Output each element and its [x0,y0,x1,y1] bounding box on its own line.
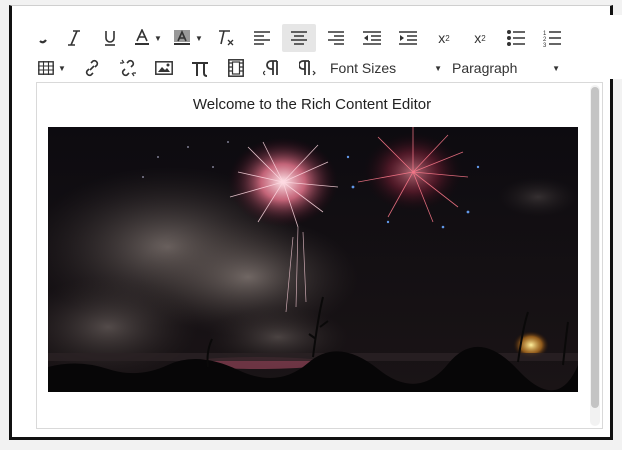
unlink-button[interactable] [112,54,144,82]
insert-media-button[interactable] [220,54,252,82]
paragraph-format-label: Paragraph [452,60,518,76]
fireworks-photo-graphic [48,127,578,392]
image-icon [155,61,173,75]
numbered-list-icon: 123 [543,29,561,47]
subscript-icon: x2 [474,30,486,46]
chevron-down-icon: ▼ [195,33,203,43]
superscript-button[interactable]: x2 [428,24,460,52]
background-color-button[interactable]: ▼ [170,24,206,52]
font-sizes-dropdown[interactable]: Font Sizes ▼ [330,54,448,82]
scrollbar-thumb[interactable] [591,87,599,408]
insert-link-button[interactable] [76,54,108,82]
table-button[interactable]: ▼ [32,54,72,82]
align-left-button[interactable] [246,24,278,52]
window-backdrop: ▼ ▼ x 2 x 2 1 2 3 ▼ Font Sizes ▼ Paragra… [0,0,622,450]
outdent-icon [363,31,381,45]
align-center-button[interactable] [282,24,316,52]
outdent-button[interactable] [356,24,388,52]
paragraph-ltr-icon [263,59,281,77]
numbered-list-button[interactable]: 123 [536,24,568,52]
fireworks-image[interactable] [48,127,578,392]
bold-button[interactable] [32,24,54,52]
table-icon [38,61,55,75]
italic-button[interactable] [58,24,90,52]
pi-icon [191,59,209,77]
subscript-button[interactable]: x2 [464,24,496,52]
editor-window: ▼ ▼ x 2 x 2 1 2 3 ▼ Font Sizes ▼ Paragra… [9,5,622,440]
editor-heading: Welcome to the Rich Content Editor [192,96,432,113]
insert-equation-button[interactable] [184,54,216,82]
ltr-paragraph-button[interactable] [256,54,288,82]
indent-icon [399,31,417,45]
rtl-paragraph-button[interactable] [292,54,324,82]
bullet-list-button[interactable] [500,24,532,52]
text-color-icon [134,29,150,47]
chevron-down-icon: ▼ [552,63,560,73]
italic-icon [67,30,81,46]
indent-button[interactable] [392,24,424,52]
link-icon [83,59,101,77]
film-icon [228,59,244,77]
editor-scrollbar[interactable] [590,85,600,426]
paragraph-rtl-icon [299,59,317,77]
chevron-down-icon: ▼ [434,63,442,73]
align-left-icon [254,31,270,45]
unlink-icon [119,59,137,77]
editor-toolbar: ▼ ▼ x 2 x 2 1 2 3 ▼ Font Sizes ▼ Paragra… [24,15,622,79]
clear-formatting-icon [217,29,235,47]
insert-image-button[interactable] [148,54,180,82]
chevron-down-icon: ▼ [154,33,162,43]
text-color-button[interactable]: ▼ [130,24,166,52]
svg-text:3: 3 [543,43,547,47]
toolbar-row-insert: ▼ Font Sizes ▼ Paragraph ▼ [24,53,566,83]
align-right-button[interactable] [320,24,352,52]
editor-content-area[interactable]: Welcome to the Rich Content Editor [36,82,603,429]
font-sizes-label: Font Sizes [330,60,397,76]
clear-formatting-button[interactable] [210,24,242,52]
background-color-icon [173,29,191,47]
toolbar-row-formatting: ▼ ▼ x 2 x 2 1 2 3 [24,23,572,53]
align-center-icon [291,31,307,45]
superscript-icon: x2 [438,30,450,46]
bullet-list-icon [507,30,525,46]
align-right-icon [328,31,344,45]
chevron-down-icon: ▼ [58,63,66,73]
underline-icon [103,30,117,46]
underline-button[interactable] [94,24,126,52]
paragraph-format-dropdown[interactable]: Paragraph ▼ [452,54,566,82]
bold-icon [38,31,48,45]
